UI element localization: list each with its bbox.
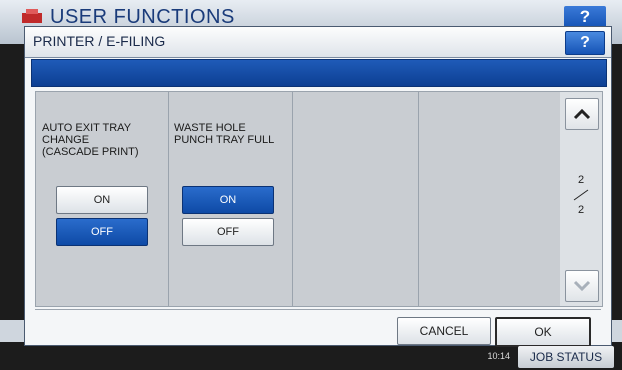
chevron-down-icon [573, 280, 591, 292]
dialog-titlebar: PRINTER / E-FILING ? [25, 27, 611, 58]
page-total: 2 [577, 204, 585, 216]
empty-column-4 [418, 92, 560, 306]
job-status-button[interactable]: JOB STATUS [518, 346, 614, 368]
setting-column-waste-hole-punch: WASTE HOLE PUNCH TRAY FULL ON OFF [168, 92, 293, 306]
page-scroller: 2 2 [560, 92, 602, 306]
empty-column-3 [292, 92, 419, 306]
page-current: 2 [577, 174, 585, 186]
ok-button[interactable]: OK [495, 317, 591, 347]
background-help-button[interactable]: ? [564, 6, 606, 28]
waste-hole-punch-on-button[interactable]: ON [182, 186, 274, 214]
auto-exit-tray-off-button[interactable]: OFF [56, 218, 148, 246]
page-separator [573, 189, 589, 201]
printer-efiling-dialog: PRINTER / E-FILING ? AUTO EXIT TRAY CHAN… [24, 26, 612, 347]
printer-logo-icon [22, 9, 42, 23]
clock: 10:14 [487, 351, 510, 361]
setting-label-auto-exit-tray: AUTO EXIT TRAY CHANGE (CASCADE PRINT) [42, 122, 139, 158]
scroll-down-button[interactable] [565, 270, 599, 302]
setting-column-auto-exit-tray: AUTO EXIT TRAY CHANGE (CASCADE PRINT) ON… [36, 92, 169, 306]
cancel-button[interactable]: CANCEL [397, 317, 491, 345]
auto-exit-tray-on-button[interactable]: ON [56, 186, 148, 214]
help-button[interactable]: ? [565, 31, 605, 55]
settings-panel: AUTO EXIT TRAY CHANGE (CASCADE PRINT) ON… [35, 91, 603, 307]
chevron-up-icon [573, 108, 591, 120]
setting-label-waste-hole-punch: WASTE HOLE PUNCH TRAY FULL [174, 122, 275, 146]
waste-hole-punch-off-button[interactable]: OFF [182, 218, 274, 246]
dialog-title: PRINTER / E-FILING [33, 33, 166, 49]
dialog-footer-divider [35, 309, 601, 310]
scroll-up-button[interactable] [565, 98, 599, 130]
page-indicator: 2 2 [560, 174, 602, 216]
dialog-header-bar [31, 59, 607, 87]
